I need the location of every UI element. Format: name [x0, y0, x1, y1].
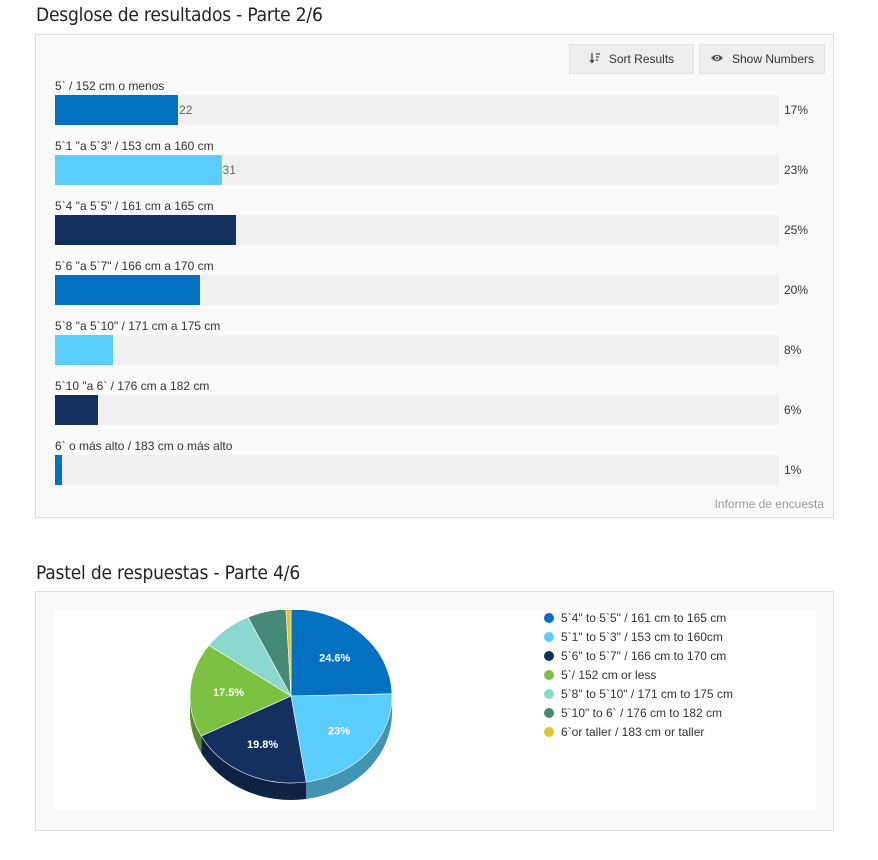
bar-percent-label: 20% [784, 283, 809, 297]
show-numbers-label: Show Numbers [731, 52, 815, 66]
legend-label: 5`1" to 5`3" / 153 cm to 160cm [561, 630, 723, 644]
bar [55, 395, 99, 425]
pie-chart: 24.6% 23% 19.8% 17.5% [189, 610, 393, 800]
results-panel: Sort Results Show Numbers 5` / 152 cm o … [35, 34, 834, 518]
bar-label: 5` / 152 cm o menos [55, 79, 165, 93]
bar-label: 5`4 "a 5`5" / 161 cm a 165 cm [55, 199, 214, 213]
legend-label: 6`or taller / 183 cm or taller [561, 725, 705, 739]
bar-percent-label: 6% [784, 403, 802, 417]
bar-track: 31 [55, 155, 779, 185]
pie-slice-label: 24.6% [319, 652, 350, 664]
bar-count-label: 31 [222, 163, 236, 177]
legend-swatch [544, 708, 554, 718]
bar-label: 5`10 "a 6` / 176 cm a 182 cm [55, 379, 210, 393]
bar-label: 5`1 "a 5`3" / 153 cm a 160 cm [55, 139, 214, 153]
bar-track [55, 455, 779, 485]
legend-label: 5`6" to 5`7" / 166 cm to 170 cm [561, 649, 727, 663]
bar [55, 335, 113, 365]
legend-swatch [544, 670, 554, 680]
legend-item: 5`1" to 5`3" / 153 cm to 160cm [544, 630, 723, 644]
pie-slice [290, 693, 393, 783]
bar-percent-label: 8% [784, 343, 802, 357]
sort-results-label: Sort Results [608, 52, 675, 66]
legend-label: 5`/ 152 cm or less [561, 668, 657, 682]
pie-slice-label: 23% [328, 726, 350, 738]
bar [55, 275, 200, 305]
bar-label: 5`8 "a 5`10" / 171 cm a 175 cm [55, 319, 221, 333]
bar [55, 215, 236, 245]
bar-count-label: 22 [179, 103, 193, 117]
legend-item: 5`8" to 5`10" / 171 cm to 175 cm [544, 687, 733, 701]
legend-item: 5`10" to 6` / 176 cm to 182 cm [544, 706, 722, 720]
bar-track [55, 275, 779, 305]
legend-swatch [544, 727, 554, 737]
bar-percent-label: 25% [784, 223, 809, 237]
bar [55, 455, 63, 485]
legend-item: 5`/ 152 cm or less [544, 668, 656, 682]
bar [55, 95, 179, 125]
legend-item: 5`6" to 5`7" / 166 cm to 170 cm [544, 649, 726, 663]
sort-icon [589, 52, 601, 67]
pie-slice-label: 17.5% [213, 687, 244, 699]
legend-label: 5`10" to 6` / 176 cm to 182 cm [561, 706, 723, 720]
bar-track [55, 335, 779, 365]
legend-swatch [544, 613, 554, 623]
legend-swatch [544, 651, 554, 661]
legend-label: 5`8" to 5`10" / 171 cm to 175 cm [561, 687, 733, 701]
bar-track [55, 395, 779, 425]
pie-panel: 24.6% 23% 19.8% 17.5% 5`4" to 5`5" / 161 cm… [35, 591, 834, 831]
survey-report-note: Informe de encuesta [714, 497, 824, 511]
sort-results-button[interactable]: Sort Results [569, 44, 694, 74]
pie-slice-label: 19.8% [247, 739, 278, 751]
show-numbers-button[interactable]: Show Numbers [699, 44, 825, 74]
bar [55, 155, 222, 185]
bar-track: 22 [55, 95, 779, 125]
bar-percent-label: 1% [784, 463, 802, 477]
bar-label: 5`6 "a 5`7" / 166 cm a 170 cm [55, 259, 214, 273]
bar-percent-label: 17% [784, 103, 809, 117]
section-title-pie: Pastel de respuestas - Parte 4/6 [36, 562, 300, 584]
pie-chart-area: 24.6% 23% 19.8% 17.5% 5`4" to 5`5" / 161 cm… [54, 610, 816, 810]
bar-label: 6` o más alto / 183 cm o más alto [55, 439, 233, 453]
bar-percent-label: 23% [784, 163, 809, 177]
legend-item: 6`or taller / 183 cm or taller [544, 725, 704, 739]
section-title-results: Desglose de resultados - Parte 2/6 [36, 4, 323, 26]
legend-swatch [544, 632, 554, 642]
bar-track [55, 215, 779, 245]
legend-swatch [544, 689, 554, 699]
legend-label: 5`4" to 5`5" / 161 cm to 165 cm [561, 611, 727, 625]
eye-icon [710, 52, 724, 66]
legend-item: 5`4" to 5`5" / 161 cm to 165 cm [544, 611, 726, 625]
